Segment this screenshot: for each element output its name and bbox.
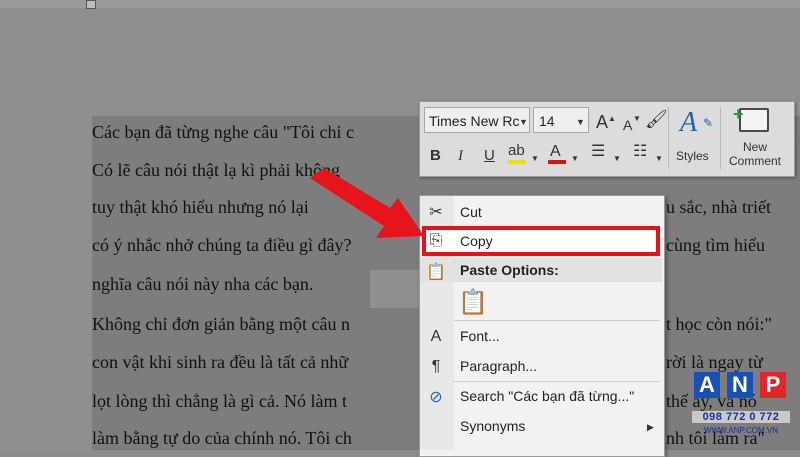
highlight-color-bar — [508, 160, 526, 164]
toolbar-divider — [668, 107, 669, 169]
logo-website: WWW.ANP.COM.VN — [703, 426, 779, 435]
styles-pen-icon: ✎ — [703, 116, 714, 130]
font-icon: A — [430, 328, 442, 345]
copy-highlight-box — [422, 226, 660, 256]
styles-label[interactable]: Styles — [676, 149, 709, 163]
doc-line: lọt lòng thì chẳng là gì cả. Nó làm t — [92, 391, 347, 411]
submenu-arrow-icon: ▶ — [647, 422, 654, 432]
page-top-margin — [0, 0, 800, 8]
grow-font-button[interactable]: A — [596, 113, 608, 131]
menu-item-synonyms[interactable]: Synonyms — [460, 418, 525, 434]
bullets-icon[interactable]: ☰ — [591, 143, 605, 161]
highlight-dropdown-icon[interactable]: ▼ — [531, 150, 539, 168]
new-comment-label-line1: New — [742, 140, 767, 154]
paste-keep-formatting-icon[interactable]: 📋 — [458, 288, 488, 317]
font-size-value: 14 — [539, 113, 555, 129]
search-icon: ⊘ — [429, 389, 443, 406]
red-arrow-icon — [310, 168, 424, 238]
doc-line: tuy thật khó hiểu nhưng nó lại — [92, 197, 309, 217]
text-boundary-marker — [86, 0, 96, 9]
paste-icon: 📋 — [426, 264, 446, 281]
shrink-font-caret-icon: ▼ — [633, 114, 641, 123]
italic-button[interactable]: I — [458, 147, 463, 165]
menu-item-search[interactable]: Search "Các bạn đã từng..." — [460, 388, 634, 404]
font-name-value: Times New Rc — [429, 113, 520, 129]
menu-item-paragraph[interactable]: Paragraph... — [460, 358, 537, 374]
font-color-bar — [548, 160, 566, 164]
doc-line: làm bằng tự do của chính nó. Tôi ch — [92, 428, 352, 448]
doc-line: con vật khi sinh ra đều là tất cả nhữ — [92, 352, 349, 372]
font-size-dropdown-icon[interactable]: ▼ — [576, 117, 585, 127]
doc-line: nghĩa câu nói này nha các bạn. — [92, 274, 314, 294]
doc-line-fragment: t học còn nói:" — [666, 314, 772, 334]
format-painter-icon[interactable]: 🖌 — [645, 110, 668, 128]
paragraph-icon: ¶ — [431, 358, 441, 375]
font-color-dropdown-icon[interactable]: ▼ — [571, 150, 579, 168]
doc-line: Có lẽ câu nói thật lạ kì phải không — [92, 160, 340, 180]
underline-button[interactable]: U — [484, 147, 495, 165]
paste-options-label: Paste Options: — [460, 262, 559, 278]
font-name-box[interactable]: Times New Rc — [424, 107, 530, 133]
grow-font-caret-icon: ▲ — [608, 114, 616, 123]
plus-icon: + — [733, 104, 744, 124]
logo-letter-n: N — [727, 372, 753, 398]
menu-item-cut[interactable]: Cut — [460, 204, 482, 220]
logo-letter-p: P — [760, 372, 786, 398]
menu-separator — [454, 381, 660, 382]
doc-line: Không chỉ đơn giản bằng một câu n — [92, 314, 350, 334]
numbering-icon[interactable]: ☷ — [633, 143, 647, 161]
shrink-font-button[interactable]: A — [623, 116, 632, 134]
doc-line-fragment: cùng tìm hiểu — [666, 235, 765, 255]
font-name-dropdown-icon[interactable]: ▼ — [519, 117, 528, 127]
menu-item-copy[interactable]: Copy — [460, 233, 493, 249]
styles-icon[interactable]: A — [680, 107, 697, 139]
bold-button[interactable]: B — [430, 147, 441, 165]
new-comment-label[interactable]: New Comment — [724, 140, 786, 168]
font-color-button[interactable]: A — [550, 143, 561, 161]
menu-separator — [454, 320, 660, 321]
numbering-dropdown-icon[interactable]: ▼ — [655, 150, 663, 168]
toolbar-divider — [720, 107, 721, 169]
highlight-icon[interactable]: ab — [508, 142, 525, 160]
doc-line: Các bạn đã từng nghe câu "Tôi chi c — [92, 122, 355, 142]
bullets-dropdown-icon[interactable]: ▼ — [613, 150, 621, 168]
new-comment-label-line2: Comment — [728, 154, 781, 168]
logo-phone: 098 772 0 772 — [692, 411, 790, 423]
logo-letter-a: A — [694, 372, 720, 398]
doc-line-fragment: u sắc, nhà triết — [666, 197, 771, 217]
menu-item-font[interactable]: Font... — [460, 328, 500, 344]
